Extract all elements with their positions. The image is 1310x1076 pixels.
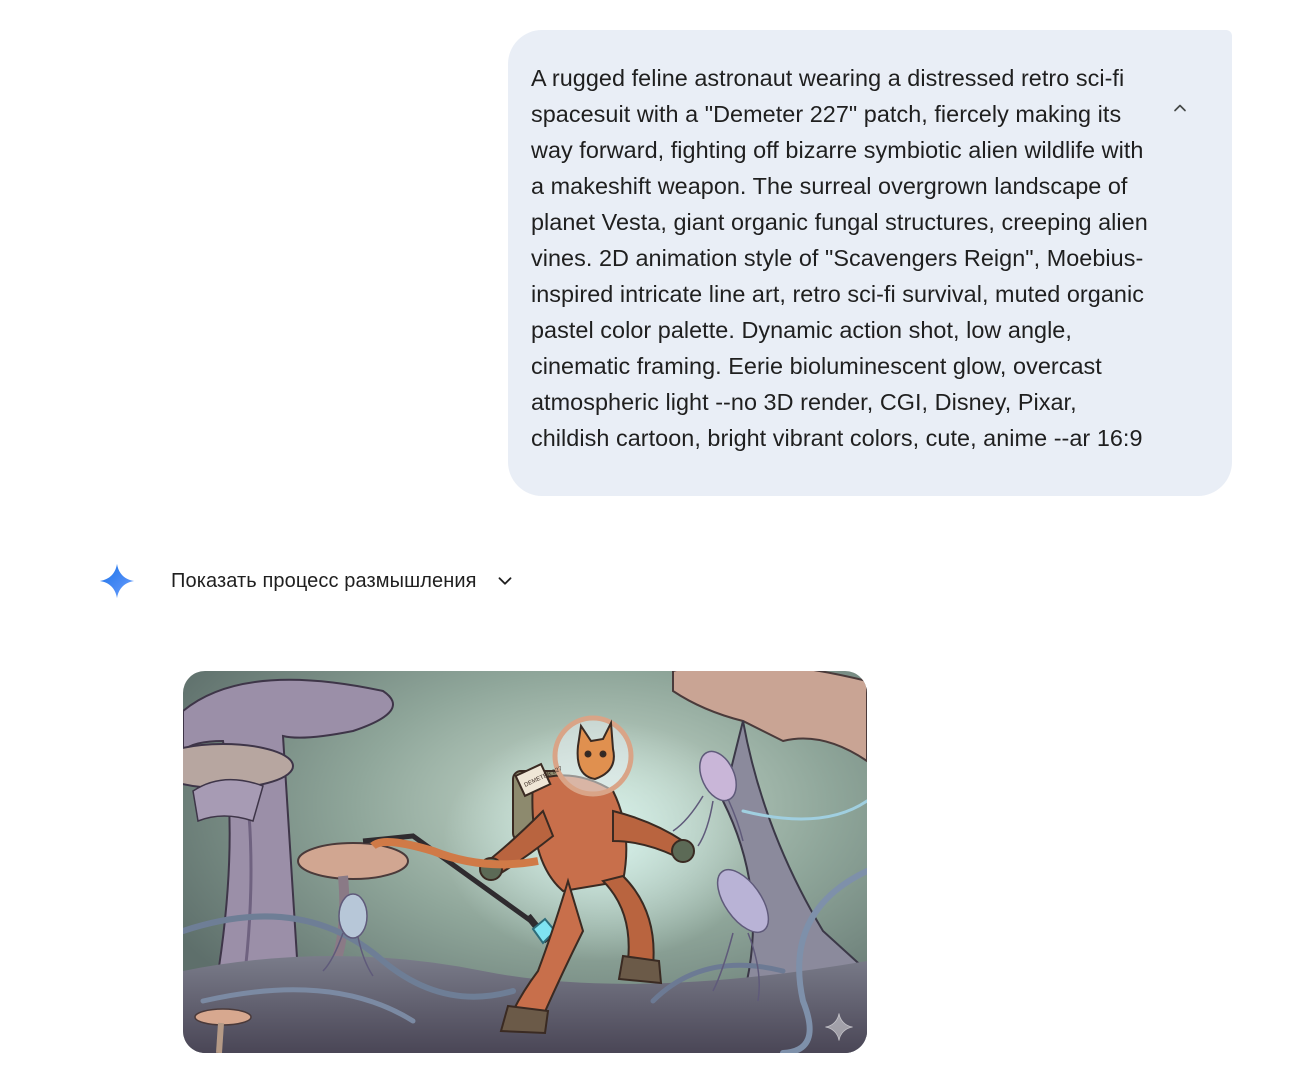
chat-page: A rugged feline astronaut wearing a dist…	[0, 0, 1310, 1076]
gemini-sparkle-icon	[96, 560, 138, 602]
show-thinking-label: Показать процесс размышления	[171, 569, 477, 592]
user-prompt-bubble: A rugged feline astronaut wearing a dist…	[508, 30, 1232, 496]
model-response-header: Показать процесс размышления	[96, 558, 517, 604]
generated-image[interactable]: DEMETER 227	[183, 671, 867, 1053]
chevron-up-icon	[1174, 104, 1186, 112]
collapse-prompt-button[interactable]	[1164, 92, 1196, 124]
show-thinking-toggle[interactable]: Показать процесс размышления	[171, 558, 517, 604]
sparkle-watermark-icon	[825, 1013, 853, 1041]
generated-illustration: DEMETER 227	[183, 671, 867, 1053]
user-prompt-text: A rugged feline astronaut wearing a dist…	[531, 65, 1148, 451]
chevron-down-icon	[493, 569, 517, 593]
